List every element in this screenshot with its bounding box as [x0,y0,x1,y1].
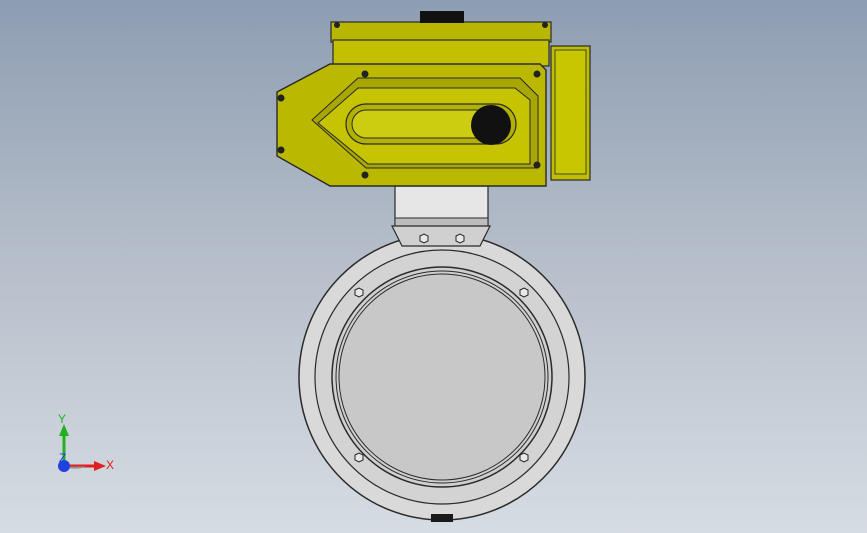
bottom-shaft-stub [431,514,453,522]
butterfly-valve-model[interactable] [0,0,867,533]
x-axis-label: X [106,458,114,472]
electric-actuator[interactable] [276,11,591,187]
mounting-neck[interactable] [391,185,491,247]
graphics-viewport[interactable]: Y X Z [0,0,867,533]
z-axis-label: Z [59,451,66,465]
coordinate-triad: Y X Z [58,412,114,472]
valve-body[interactable] [298,233,586,522]
top-cap [420,11,464,23]
position-indicator[interactable] [471,105,511,145]
y-axis-label: Y [58,412,66,426]
